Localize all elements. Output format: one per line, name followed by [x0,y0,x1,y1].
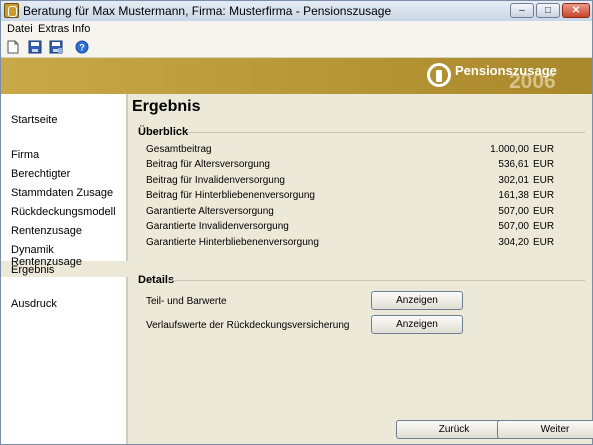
overview-row-label: Gesamtbeitrag [146,144,212,155]
overview-row-value: 536,61 [498,159,529,170]
overview-row-unit: EUR [533,159,555,170]
application-window: Beratung für Max Mustermann, Firma: Must… [0,0,593,445]
overview-row-value: 304,20 [498,237,529,248]
menu-bar: Datei Extras Info [1,21,592,37]
overview-row-label: Garantierte Hinterbliebenenversorgung [146,237,319,248]
overview-heading: Überblick [138,126,189,138]
sidebar-item-rentenzusage[interactable]: Rentenzusage [11,225,82,237]
details-heading: Details [138,274,175,286]
details-divider [170,280,585,281]
overview-row-value: 1.000,00 [490,144,529,155]
title-bar: Beratung für Max Mustermann, Firma: Must… [1,1,592,22]
overview-row-unit: EUR [533,175,555,186]
menu-extras[interactable]: Extras [38,23,69,35]
show-barwerte-button[interactable]: Anzeigen [371,291,463,310]
svg-text:?: ? [79,43,85,53]
overview-row-unit: EUR [533,190,555,201]
sidebar-item-rueckdeckungsmodell[interactable]: Rückdeckungsmodell [11,206,116,218]
show-verlaufswerte-button[interactable]: Anzeigen [371,315,463,334]
sidebar-navigation: Startseite Firma Berechtigter Stammdaten… [1,94,128,444]
overview-row-label: Beitrag für Altersversorgung [146,159,270,170]
sidebar-item-ausdruck[interactable]: Ausdruck [11,298,57,310]
overview-row-unit: EUR [533,144,555,155]
window-title: Beratung für Max Mustermann, Firma: Must… [23,4,392,18]
page-title: Ergebnis [132,98,201,115]
help-icon[interactable]: ? [75,40,89,54]
save-icon[interactable] [28,40,42,54]
overview-row-label: Beitrag für Hinterbliebenenversorgung [146,190,315,201]
maximize-button[interactable]: □ [536,3,560,18]
overview-row-label: Beitrag für Invalidenversorgung [146,175,285,186]
overview-row-value: 507,00 [498,221,529,232]
product-logo-icon [427,63,451,87]
menu-datei[interactable]: Datei [7,23,33,35]
sidebar-item-firma[interactable]: Firma [11,149,39,161]
menu-info[interactable]: Info [72,23,90,35]
minimize-button[interactable]: – [510,3,534,18]
sidebar-item-stammdaten-zusage[interactable]: Stammdaten Zusage [11,187,113,199]
banner-title: Pensionszusage [455,63,557,78]
overview-row-unit: EUR [533,237,555,248]
new-document-icon[interactable] [6,40,20,54]
overview-row-value: 161,38 [498,190,529,201]
sidebar-item-berechtigter[interactable]: Berechtigter [11,168,70,180]
back-button[interactable]: Zurück [396,420,512,439]
overview-row-value: 507,00 [498,206,529,217]
overview-divider [187,132,585,133]
overview-row-unit: EUR [533,206,555,217]
close-button[interactable]: ✕ [562,3,590,18]
overview-row-value: 302,01 [498,175,529,186]
details-row-label: Teil- und Barwerte [146,296,227,307]
overview-row-unit: EUR [533,221,555,232]
next-button[interactable]: Weiter [497,420,593,439]
product-banner: 2006 Pensionszusage [1,58,592,94]
overview-row-label: Garantierte Invalidenversorgung [146,221,289,232]
details-row-label: Verlaufswerte der Rückdeckungsversicheru… [146,320,350,331]
sidebar-item-ergebnis[interactable]: Ergebnis [11,264,54,276]
sidebar-item-startseite[interactable]: Startseite [11,114,57,126]
overview-row-label: Garantierte Altersversorgung [146,206,274,217]
save-as-icon[interactable] [49,40,63,54]
toolbar: ? [1,37,592,58]
app-icon [4,3,19,18]
